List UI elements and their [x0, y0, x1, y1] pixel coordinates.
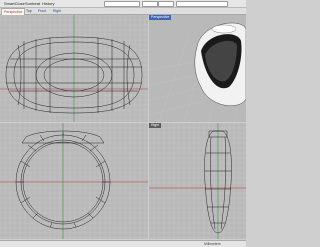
viewport-top[interactable]: [0, 15, 148, 122]
front-view-canvas: [0, 123, 148, 239]
viewport-tab-bar: Perspective Top Front Right: [0, 8, 246, 15]
menu-item-sunbeat[interactable]: Sunbeat: [25, 0, 40, 7]
osnap-dropdown[interactable]: [142, 1, 158, 7]
menu-item-smartclose[interactable]: SmartClose: [4, 0, 25, 7]
tab-perspective[interactable]: Perspective: [1, 8, 26, 15]
viewport-front[interactable]: [0, 123, 148, 239]
units-label: Millimeters: [204, 242, 221, 246]
menu-item-history[interactable]: History: [42, 0, 54, 7]
tab-top[interactable]: Top: [24, 8, 34, 14]
viewport-right[interactable]: Right: [149, 123, 246, 239]
right-view-canvas: [149, 123, 246, 239]
viewport-label-right[interactable]: Right: [149, 123, 162, 128]
viewport-label-perspective[interactable]: Perspective: [149, 15, 172, 20]
command-input[interactable]: [104, 1, 140, 7]
layer-dropdown[interactable]: [158, 1, 174, 7]
tab-front[interactable]: Front: [36, 8, 48, 14]
perspective-canvas: [149, 22, 246, 122]
search-field[interactable]: [176, 1, 228, 7]
ring-render: [194, 22, 246, 106]
top-view-canvas: [0, 15, 148, 122]
viewport-perspective[interactable]: Perspective: [149, 15, 246, 122]
menu-bar: SmartClose Sunbeat History: [0, 0, 246, 8]
tab-right[interactable]: Right: [51, 8, 63, 14]
